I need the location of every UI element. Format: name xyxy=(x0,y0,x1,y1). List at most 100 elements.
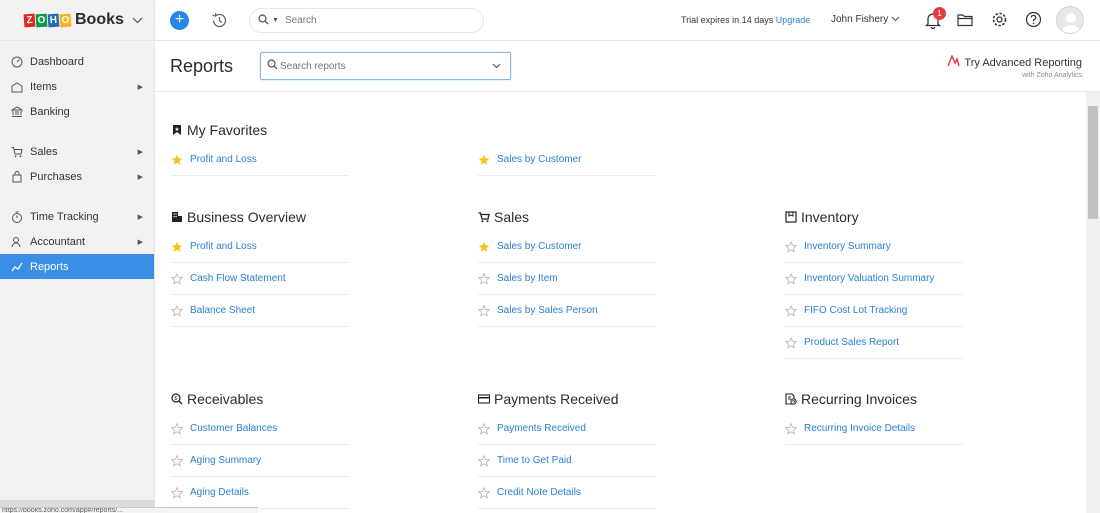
report-list: Sales by Customer Sales by Item Sales by… xyxy=(478,231,656,327)
sidebar-item-label: Time Tracking xyxy=(30,210,99,223)
avatar[interactable] xyxy=(1056,6,1084,34)
report-link[interactable]: Cash Flow Statement xyxy=(171,263,349,295)
quick-create-button[interactable]: + xyxy=(170,11,189,30)
report-link[interactable]: FIFO Cost Lot Tracking xyxy=(785,295,963,327)
report-link[interactable]: Inventory Summary xyxy=(785,231,963,263)
sidebar-item-banking[interactable]: Banking xyxy=(0,99,154,124)
logo-letter: Z xyxy=(23,13,36,27)
report-label: Recurring Invoice Details xyxy=(804,423,916,434)
report-link[interactable]: Profit and Loss xyxy=(171,144,349,176)
star-outline-icon[interactable] xyxy=(785,272,797,285)
sidebar-item-time-tracking[interactable]: Time Tracking ▶ xyxy=(0,204,154,229)
sidebar-item-accountant[interactable]: Accountant ▶ xyxy=(0,229,154,254)
report-link[interactable]: Sales by Sales Person xyxy=(478,295,656,327)
scrollbar-thumb[interactable] xyxy=(1088,106,1098,219)
sidebar-item-reports[interactable]: Reports xyxy=(0,254,154,279)
advanced-reporting-link[interactable]: Try Advanced Reporting with Zoho Analyti… xyxy=(947,54,1082,79)
section-payments-received: Payments Received Payments Received Time… xyxy=(478,391,656,509)
star-outline-icon[interactable] xyxy=(478,486,490,499)
report-link[interactable]: Balance Sheet xyxy=(171,295,349,327)
svg-text:$: $ xyxy=(174,396,177,402)
star-outline-icon[interactable] xyxy=(171,304,183,317)
sidebar-item-label: Reports xyxy=(30,260,69,273)
report-link[interactable]: Profit and Loss xyxy=(171,231,349,263)
star-outline-icon[interactable] xyxy=(171,486,183,499)
star-outline-icon[interactable] xyxy=(478,304,490,317)
upgrade-link[interactable]: Upgrade xyxy=(776,15,811,25)
trial-text: Trial expires in 14 days xyxy=(681,15,774,25)
report-link[interactable]: Time to Get Paid xyxy=(478,445,656,477)
sidebar-item-label: Banking xyxy=(30,105,70,118)
report-link[interactable]: Inventory Valuation Summary xyxy=(785,263,963,295)
report-link[interactable]: Aging Summary xyxy=(171,445,349,477)
sidebar-item-dashboard[interactable]: Dashboard xyxy=(0,49,154,74)
star-outline-icon[interactable] xyxy=(785,240,797,253)
sidebar-item-items[interactable]: Items ▶ xyxy=(0,74,154,99)
star-outline-icon[interactable] xyxy=(478,272,490,285)
report-link[interactable]: Sales by Customer xyxy=(478,231,656,263)
star-outline-icon[interactable] xyxy=(785,336,797,349)
star-outline-icon[interactable] xyxy=(171,422,183,435)
report-list: Profit and Loss xyxy=(171,144,349,176)
star-outline-icon[interactable] xyxy=(171,272,183,285)
brand[interactable]: Z O H O Books xyxy=(0,0,154,41)
star-outline-icon[interactable] xyxy=(785,422,797,435)
search-icon xyxy=(267,57,278,75)
global-search-input[interactable] xyxy=(284,15,455,26)
star-outline-icon[interactable] xyxy=(478,454,490,467)
star-outline-icon[interactable] xyxy=(785,304,797,317)
section-favorites: My Favorites Profit and Loss xyxy=(171,122,349,176)
chevron-down-icon[interactable] xyxy=(492,61,501,71)
global-search[interactable]: ▼ xyxy=(249,8,484,33)
card-icon xyxy=(478,393,490,405)
report-link[interactable]: Product Sales Report xyxy=(785,327,963,359)
chevron-down-icon xyxy=(891,14,900,25)
report-label: Credit Note Details xyxy=(497,487,581,498)
section-receivables: $ Receivables Customer Balances Aging Su… xyxy=(171,391,349,509)
section-inventory: Inventory Inventory Summary Inventory Va… xyxy=(785,209,963,359)
sidebar-item-sales[interactable]: Sales ▶ xyxy=(0,139,154,164)
star-filled-icon[interactable] xyxy=(478,241,490,253)
star-outline-icon[interactable] xyxy=(171,454,183,467)
star-filled-icon[interactable] xyxy=(171,154,183,166)
main-scrollbar[interactable] xyxy=(1086,92,1100,513)
reports-main: My Favorites Profit and Loss Sales by Cu… xyxy=(155,92,1086,513)
section-title: Business Overview xyxy=(187,209,307,225)
inventory-icon xyxy=(785,211,797,223)
report-label: Sales by Customer xyxy=(497,154,582,165)
report-label: Product Sales Report xyxy=(804,337,900,348)
star-filled-icon[interactable] xyxy=(478,154,490,166)
report-search-input[interactable] xyxy=(280,60,480,72)
report-search[interactable] xyxy=(260,52,511,80)
star-outline-icon[interactable] xyxy=(478,422,490,435)
brand-name: Books xyxy=(75,11,124,28)
user-menu[interactable]: John Fishery xyxy=(831,14,900,25)
report-link[interactable]: Aging Details xyxy=(171,477,349,509)
report-link[interactable]: Sales by Item xyxy=(478,263,656,295)
content-header: Reports Try Advanced Reporting with Zoho… xyxy=(155,41,1100,92)
sidebar-item-label: Dashboard xyxy=(30,55,84,68)
gear-icon[interactable] xyxy=(991,11,1008,28)
star-filled-icon[interactable] xyxy=(171,241,183,253)
report-label: Cash Flow Statement xyxy=(190,273,286,284)
section-title: Payments Received xyxy=(494,391,619,407)
timer-icon xyxy=(10,210,23,223)
report-link[interactable]: Customer Balances xyxy=(171,413,349,445)
report-label: Balance Sheet xyxy=(190,305,256,316)
report-link[interactable]: Payments Received xyxy=(478,413,656,445)
recent-history-icon[interactable] xyxy=(210,11,229,30)
cart-icon xyxy=(478,211,490,223)
report-label: Aging Summary xyxy=(190,455,262,466)
help-icon[interactable] xyxy=(1025,11,1042,28)
search-scope-caret-icon[interactable]: ▼ xyxy=(272,17,279,24)
user-name: John Fishery xyxy=(831,14,889,25)
top-bar: + ▼ Trial expires in 14 days Upgrade Joh… xyxy=(155,0,1100,41)
folder-icon[interactable] xyxy=(957,12,974,28)
sidebar-scrollbar[interactable] xyxy=(0,500,155,507)
sidebar-item-purchases[interactable]: Purchases ▶ xyxy=(0,164,154,189)
report-link[interactable]: Recurring Invoice Details xyxy=(785,413,963,445)
report-link[interactable]: Credit Note Details xyxy=(478,477,656,509)
chevron-down-icon[interactable] xyxy=(132,13,143,27)
logo-letter: O xyxy=(59,13,72,27)
report-link[interactable]: Sales by Customer xyxy=(478,144,656,176)
